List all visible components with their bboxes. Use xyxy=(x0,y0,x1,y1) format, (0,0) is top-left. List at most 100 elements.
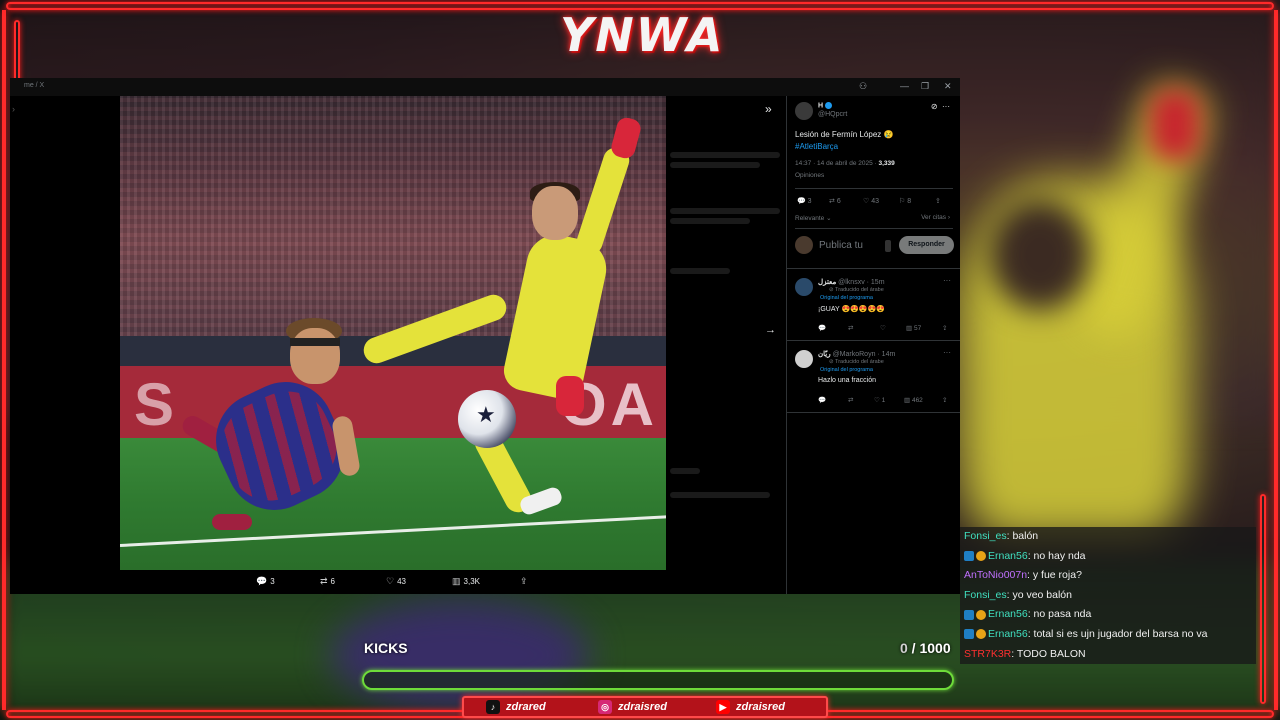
tweet-menu-icons: ⊘ ··· xyxy=(931,102,950,111)
chat-username[interactable]: Fonsi_es xyxy=(964,589,1007,601)
photo-repost-button[interactable]: ⇄ 6 xyxy=(320,576,335,587)
reply-input[interactable]: Publica tu xyxy=(819,240,863,251)
chat-text: : y fue roja? xyxy=(1027,569,1082,582)
chat-username[interactable]: Fonsi_es xyxy=(964,530,1007,542)
ghost-text xyxy=(670,492,770,498)
reply-icon: 💬 xyxy=(256,576,268,586)
social-handle: ▶ zdraisred xyxy=(716,700,785,714)
close-button[interactable]: ✕ xyxy=(944,81,952,92)
comment-avatar[interactable] xyxy=(795,278,813,296)
share-icon[interactable]: ⇪ xyxy=(942,396,947,404)
tweet-stats: 💬 3 ⇄ 6 ♡ 43 ⚐ 8 ⇪ xyxy=(795,197,953,209)
chat-message: AnToNio007n: y fue roja? xyxy=(960,566,1256,586)
channel-logo: YNWA xyxy=(560,8,725,62)
reply-icon[interactable]: 💬 xyxy=(818,324,826,332)
chat-message: Ernan56: no pasa nda xyxy=(960,605,1256,625)
reply-button[interactable]: 💬 3 xyxy=(797,197,812,205)
tweet-text: Lesión de Fermín López 😢 #AtletiBarça xyxy=(795,130,894,151)
heart-icon: ♡ xyxy=(386,576,395,586)
translate-icon[interactable]: ⚇ xyxy=(859,81,867,92)
tiktok-icon: ♪ xyxy=(486,700,500,714)
socials-bar: ♪ zdrared ◎ zdraisred ▶ zdraisred xyxy=(462,696,828,718)
goalkeeper-glove-lower xyxy=(556,376,584,416)
photo-views-button[interactable]: ▥ 3,3K xyxy=(452,576,480,587)
chat-username[interactable]: Ernan56 xyxy=(988,628,1028,640)
photo-share-button[interactable]: ⇪ xyxy=(520,576,531,587)
original-link[interactable]: Original del programa xyxy=(820,367,873,373)
social-handle: ♪ zdrared xyxy=(486,700,546,714)
share-icon[interactable]: ⇪ xyxy=(942,324,947,332)
bg-goalkeeper-head xyxy=(990,200,1090,310)
author-handle[interactable]: @HQpcrt xyxy=(818,111,847,118)
views-icon[interactable]: ▥ 57 xyxy=(906,324,921,332)
chat-overlay: Fonsi_es: balón Ernan56: no hay nda AnToNi… xyxy=(960,527,1256,667)
comment-author[interactable]: ريّان @MarkoRoyn · 14m xyxy=(818,350,895,358)
chat-text: : TODO BALON xyxy=(1011,647,1086,660)
divider xyxy=(795,228,953,229)
arrow-right-icon[interactable]: → xyxy=(765,324,776,336)
chat-username[interactable]: STR7K3R xyxy=(964,648,1011,660)
view-quotes-link[interactable]: Ver citas › xyxy=(921,214,950,221)
kicks-goal: 1000 xyxy=(919,640,951,656)
repost-button[interactable]: ⇄ 6 xyxy=(829,197,841,205)
sort-dropdown[interactable]: Relevante ⌄ xyxy=(795,214,832,222)
divider xyxy=(787,268,960,269)
instagram-icon: ◎ xyxy=(598,700,612,714)
bg-goalkeeper-glove xyxy=(1150,90,1200,160)
own-avatar xyxy=(795,236,813,254)
moderator-badge-icon xyxy=(964,609,974,620)
chat-text: : yo veo balón xyxy=(1006,588,1072,601)
comment-avatar[interactable] xyxy=(795,350,813,368)
hashtag-link[interactable]: #AtletiBarça xyxy=(795,142,838,151)
grok-icon[interactable]: ⊘ xyxy=(931,102,938,111)
tweet-photo[interactable]: S OA xyxy=(120,96,666,570)
chat-username[interactable]: AnToNio007n xyxy=(964,569,1027,581)
bookmark-button[interactable]: ⚐ 8 xyxy=(899,197,911,205)
football xyxy=(458,390,516,448)
chat-username[interactable]: Ernan56 xyxy=(988,608,1028,620)
comment-item[interactable]: ريّان @MarkoRoyn · 14m ··· ⊘ Traducido d… xyxy=(787,344,960,412)
player-head xyxy=(290,328,340,384)
comment-item[interactable]: معتزل @lknsxv · 15m ··· ⊘ Traducido del … xyxy=(787,272,960,340)
subscriber-badge-icon xyxy=(976,629,986,640)
like-button[interactable]: ♡ 43 xyxy=(863,197,879,205)
photo-like-button[interactable]: ♡ 43 xyxy=(386,576,406,587)
kicks-label: KICKS xyxy=(364,640,408,656)
social-handle: ◎ zdraisred xyxy=(598,700,667,714)
chat-message: Ernan56: total si es ujn jugador del bar… xyxy=(960,624,1256,645)
share-icon: ⇪ xyxy=(520,576,528,586)
author-avatar[interactable] xyxy=(795,102,813,120)
reply-icon[interactable]: 💬 xyxy=(818,396,826,404)
moderator-badge-icon xyxy=(964,629,974,640)
minimize-button[interactable]: — xyxy=(900,81,909,91)
heart-icon[interactable]: ♡ xyxy=(880,324,886,332)
original-link[interactable]: Original del programa xyxy=(820,295,873,301)
player-headband xyxy=(290,338,340,346)
browser-window: me / X ⚇ — ❐ ✕ › S OA 💬3 ⇄6 xyxy=(10,78,960,594)
ghost-text xyxy=(670,218,750,224)
comment-actions: 💬 ⇄ ♡ ▥ 57 ⇪ xyxy=(818,324,953,334)
collapse-panel-icon[interactable]: » xyxy=(765,102,772,116)
share-button[interactable]: ⇪ xyxy=(935,197,941,205)
heart-icon[interactable]: ♡ 1 xyxy=(874,396,885,404)
maximize-button[interactable]: ❐ xyxy=(921,81,929,92)
photo-reply-button[interactable]: 💬 3 xyxy=(256,576,275,587)
repost-icon[interactable]: ⇄ xyxy=(848,324,853,332)
chevron-right-icon[interactable]: › xyxy=(12,104,15,114)
chat-message: Ernan56: no hay nda xyxy=(960,546,1256,567)
tweet-timestamp: 14:37 · 14 de abril de 2025 · 3,339 xyxy=(795,160,895,167)
more-icon[interactable]: ··· xyxy=(943,348,951,357)
breadcrumb: me / X xyxy=(24,82,45,89)
reply-submit-button[interactable]: Responder xyxy=(899,236,954,254)
social-handle-text: zdrared xyxy=(506,700,546,713)
repost-icon[interactable]: ⇄ xyxy=(848,396,853,404)
gif-icon[interactable] xyxy=(885,240,891,252)
comment-author[interactable]: معتزل @lknsxv · 15m xyxy=(818,278,885,286)
kicks-progress-bar xyxy=(362,670,954,690)
chat-username[interactable]: Ernan56 xyxy=(988,550,1028,562)
more-icon[interactable]: ··· xyxy=(943,276,951,285)
author-name[interactable]: H xyxy=(818,102,833,109)
social-handle-text: zdraisred xyxy=(736,700,785,713)
more-icon[interactable]: ··· xyxy=(942,102,950,111)
views-icon[interactable]: ▥ 462 xyxy=(904,396,923,404)
